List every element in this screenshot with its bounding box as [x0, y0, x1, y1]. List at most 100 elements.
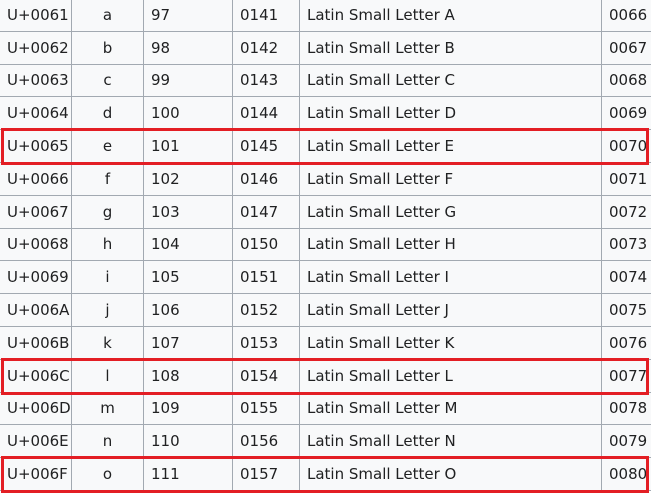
- table-row: U+0065 e 101 0145 Latin Small Letter E 0070: [0, 130, 651, 163]
- decimal-cell: 100: [144, 97, 233, 130]
- character-name-cell: Latin Small Letter C: [300, 64, 602, 97]
- octal-cell: 0143: [233, 64, 300, 97]
- glyph-cell: a: [72, 0, 144, 31]
- html-code-cell: 0078: [609, 399, 648, 418]
- html-code-cell: 0066: [609, 6, 648, 25]
- table-row: U+0064 d 100 0144 Latin Small Letter D 0069: [0, 97, 651, 131]
- unicode-code-cell: U+006B: [0, 326, 72, 359]
- table-row: U+0067 g 103 0147 Latin Small Letter G 0072: [0, 195, 651, 229]
- unicode-code-cell: U+006A: [0, 294, 72, 326]
- octal-cell: 0147: [233, 195, 300, 228]
- glyph-cell: e: [72, 130, 144, 162]
- table-row: U+0069 i 105 0151 Latin Small Letter I 0074: [0, 261, 651, 295]
- html-code-cell: 0072: [609, 202, 648, 221]
- unicode-code-cell: U+0061: [0, 0, 72, 31]
- table-row: U+0068 h 104 0150 Latin Small Letter H 0073: [0, 228, 651, 262]
- octal-cell: 0154: [233, 359, 300, 392]
- glyph-cell: n: [72, 425, 144, 458]
- html-code-cell: 0077: [609, 366, 648, 385]
- table-row: U+006F o 111 0157 Latin Small Letter O 0080: [0, 458, 651, 491]
- glyph-cell: i: [72, 261, 144, 294]
- character-table: U+0061 a 97 0141 Latin Small Letter A 0066 U+0…: [0, 0, 651, 491]
- html-code-cell: 0079: [609, 432, 648, 451]
- html-code-cell: 0069: [609, 104, 648, 123]
- character-name-cell: Latin Small Letter M: [300, 392, 602, 425]
- glyph-cell: o: [72, 458, 144, 490]
- character-name-cell: Latin Small Letter J: [300, 294, 602, 326]
- unicode-code-cell: U+006C: [0, 359, 72, 392]
- decimal-cell: 99: [144, 64, 233, 97]
- html-code-cell: 0073: [609, 235, 648, 254]
- html-code-cell: 0067: [609, 38, 648, 57]
- html-code-cell: 0076: [609, 333, 648, 352]
- unicode-code-cell: U+0064: [0, 97, 72, 130]
- octal-cell: 0153: [233, 326, 300, 359]
- character-name-cell: Latin Small Letter H: [300, 228, 602, 261]
- character-name-cell: Latin Small Letter F: [300, 162, 602, 195]
- table-row: U+006C l 108 0154 Latin Small Letter L 0077: [0, 359, 651, 393]
- character-name-cell: Latin Small Letter D: [300, 97, 602, 130]
- table-row: U+0066 f 102 0146 Latin Small Letter F 0071: [0, 162, 651, 196]
- decimal-cell: 105: [144, 261, 233, 294]
- html-code-cell: 0074: [609, 268, 648, 287]
- decimal-cell: 97: [144, 0, 233, 31]
- glyph-cell: c: [72, 64, 144, 97]
- octal-cell: 0142: [233, 31, 300, 64]
- glyph-cell: k: [72, 326, 144, 359]
- unicode-code-cell: U+0065: [0, 130, 72, 162]
- decimal-cell: 101: [144, 130, 233, 162]
- html-code-cell: 0080: [609, 465, 648, 484]
- decimal-cell: 109: [144, 392, 233, 425]
- character-name-cell: Latin Small Letter L: [300, 359, 602, 392]
- octal-cell: 0141: [233, 0, 300, 31]
- octal-cell: 0152: [233, 294, 300, 326]
- table-row: U+006A j 106 0152 Latin Small Letter J 0075: [0, 294, 651, 327]
- html-code-cell: 0071: [609, 169, 648, 188]
- table-row: U+0063 c 99 0143 Latin Small Letter C 0068: [0, 64, 651, 98]
- decimal-cell: 104: [144, 228, 233, 261]
- html-code-cell: 0068: [609, 71, 648, 90]
- character-name-cell: Latin Small Letter E: [300, 130, 602, 162]
- table-row: U+0062 b 98 0142 Latin Small Letter B 0067: [0, 31, 651, 65]
- decimal-cell: 111: [144, 458, 233, 490]
- octal-cell: 0146: [233, 162, 300, 195]
- unicode-code-cell: U+0066: [0, 162, 72, 195]
- unicode-code-cell: U+0067: [0, 195, 72, 228]
- glyph-cell: h: [72, 228, 144, 261]
- character-name-cell: Latin Small Letter N: [300, 425, 602, 458]
- octal-cell: 0156: [233, 425, 300, 458]
- octal-cell: 0145: [233, 130, 300, 162]
- glyph-cell: g: [72, 195, 144, 228]
- unicode-code-cell: U+006F: [0, 458, 72, 490]
- octal-cell: 0151: [233, 261, 300, 294]
- decimal-cell: 110: [144, 425, 233, 458]
- glyph-cell: j: [72, 294, 144, 326]
- character-name-cell: Latin Small Letter B: [300, 31, 602, 64]
- glyph-cell: l: [72, 359, 144, 392]
- octal-cell: 0157: [233, 458, 300, 490]
- table-row: U+006D m 109 0155 Latin Small Letter M 0078: [0, 392, 651, 426]
- unicode-code-cell: U+0063: [0, 64, 72, 97]
- unicode-code-cell: U+0068: [0, 228, 72, 261]
- decimal-cell: 102: [144, 162, 233, 195]
- character-name-cell: Latin Small Letter G: [300, 195, 602, 228]
- html-code-cell: 0070: [609, 137, 648, 156]
- character-name-cell: Latin Small Letter A: [300, 0, 602, 31]
- decimal-cell: 98: [144, 31, 233, 64]
- character-name-cell: Latin Small Letter I: [300, 261, 602, 294]
- character-name-cell: Latin Small Letter K: [300, 326, 602, 359]
- unicode-code-cell: U+006E: [0, 425, 72, 458]
- table-row: U+006E n 110 0156 Latin Small Letter N 0079: [0, 425, 651, 459]
- decimal-cell: 107: [144, 326, 233, 359]
- html-code-cell: 0075: [609, 301, 648, 320]
- glyph-cell: m: [72, 392, 144, 425]
- decimal-cell: 108: [144, 359, 233, 392]
- table-row: U+0061 a 97 0141 Latin Small Letter A 0066: [0, 0, 651, 32]
- glyph-cell: b: [72, 31, 144, 64]
- decimal-cell: 106: [144, 294, 233, 326]
- character-name-cell: Latin Small Letter O: [300, 458, 602, 490]
- octal-cell: 0155: [233, 392, 300, 425]
- unicode-code-cell: U+0069: [0, 261, 72, 294]
- octal-cell: 0144: [233, 97, 300, 130]
- octal-cell: 0150: [233, 228, 300, 261]
